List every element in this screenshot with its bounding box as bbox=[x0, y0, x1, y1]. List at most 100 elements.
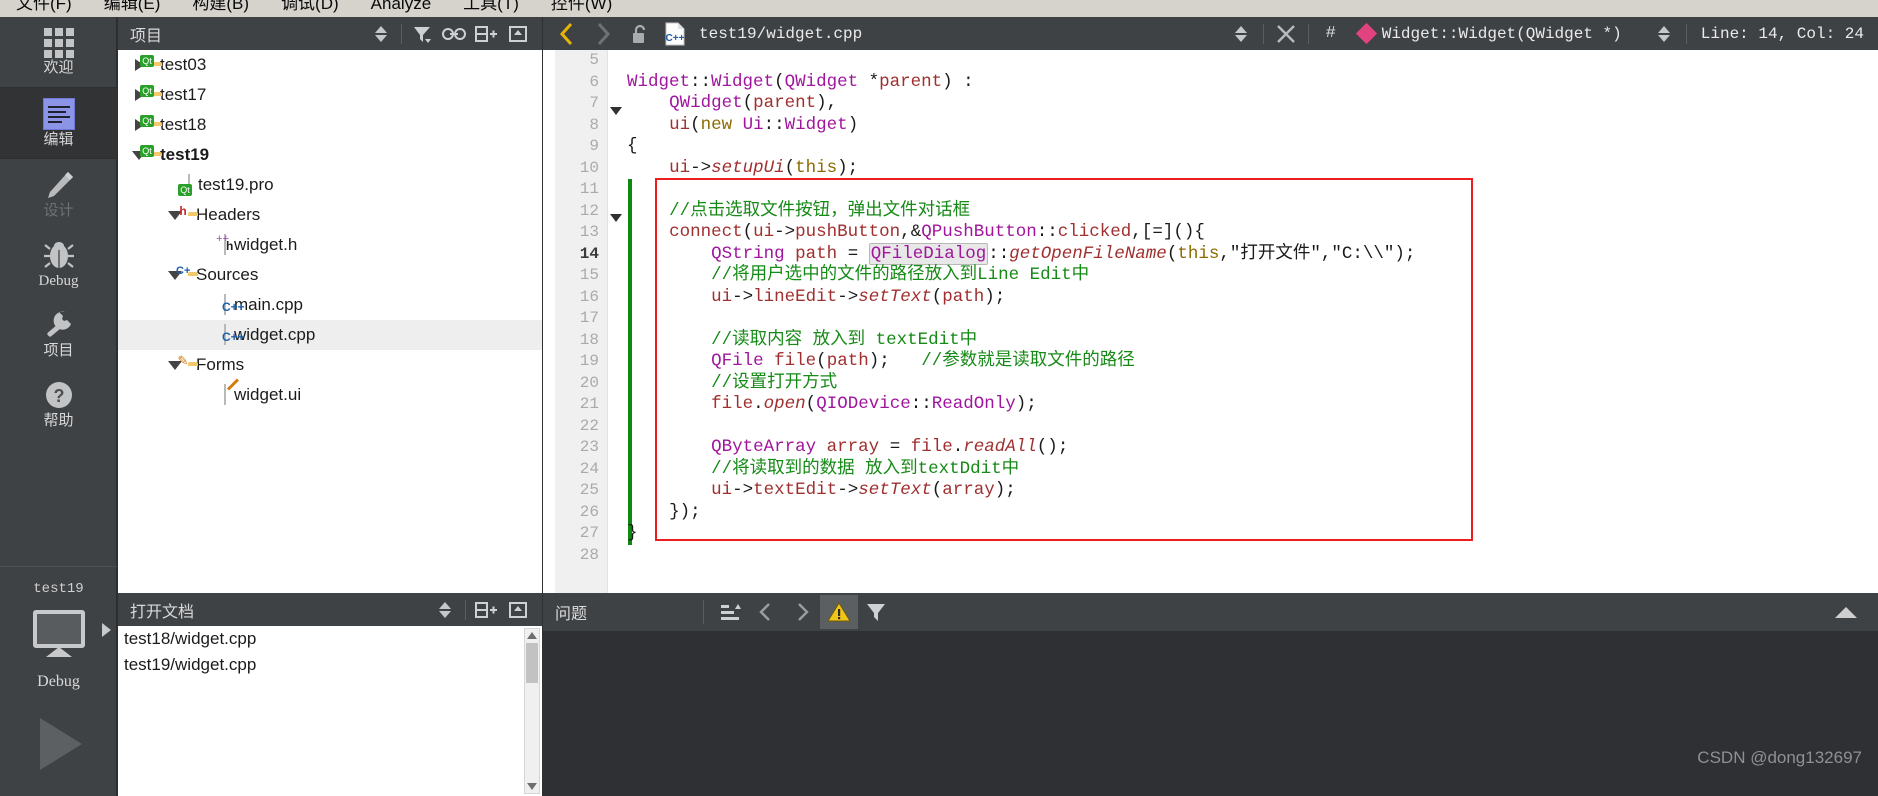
next-issue-icon[interactable] bbox=[784, 597, 820, 627]
code-line-13[interactable]: 13 connect(ui->pushButton,&QPushButton::… bbox=[543, 214, 1878, 244]
tree-item-widget-h[interactable]: h ++ widget.h bbox=[118, 230, 542, 260]
scroll-down-icon[interactable] bbox=[527, 783, 537, 790]
run-triangle-icon[interactable] bbox=[40, 718, 82, 770]
code-line-20[interactable]: 20 //设置打开方式 bbox=[543, 373, 1878, 395]
link-icon[interactable] bbox=[438, 19, 470, 49]
divider bbox=[465, 599, 466, 620]
filter-icon[interactable] bbox=[858, 597, 894, 627]
qt-pro-file-icon: Qt bbox=[178, 174, 192, 196]
code-line-25[interactable]: 25 ui->textEdit->setText(array); bbox=[543, 480, 1878, 502]
split-add-icon[interactable] bbox=[470, 19, 502, 49]
code-line-15[interactable]: 15 //将用户选中的文件的路径放入到Line Edit中 bbox=[543, 265, 1878, 287]
tree-item-test18[interactable]: Qt test18 bbox=[118, 110, 542, 140]
list-item[interactable]: test18/widget.cpp bbox=[118, 626, 542, 652]
issues-panel-title: 问题 bbox=[555, 606, 588, 623]
code-line-12[interactable]: 12 //点击选取文件按钮，弹出文件对话框 bbox=[543, 201, 1878, 223]
project-tree[interactable]: Qt test03 Qt test17 Qt test18 Qt test19 Qt test19… bbox=[118, 50, 542, 593]
code-line-11[interactable]: 11 bbox=[543, 179, 1878, 201]
split-add-icon[interactable] bbox=[470, 595, 502, 625]
tree-item-test19[interactable]: Qt test19 bbox=[118, 140, 542, 170]
mode-item-projects[interactable]: 项目 bbox=[0, 299, 117, 369]
code-line-19[interactable]: 19 QFile file(path); //参数就是读取文件的路径 bbox=[543, 351, 1878, 373]
scroll-up-icon[interactable] bbox=[527, 632, 537, 639]
mode-item-edit[interactable]: 编辑 bbox=[0, 88, 117, 158]
mode-item-design[interactable]: 设计 bbox=[0, 159, 117, 229]
menu-analyze[interactable]: Analyze bbox=[355, 0, 447, 17]
menu-widget[interactable]: 控件(W) bbox=[535, 0, 628, 17]
open-documents-list[interactable]: test18/widget.cpp test19/widget.cpp bbox=[118, 626, 542, 796]
tree-item-main-cpp[interactable]: C++ main.cpp bbox=[118, 290, 542, 320]
close-x-icon[interactable] bbox=[1268, 19, 1304, 49]
tree-item-widget-ui[interactable]: widget.ui bbox=[118, 378, 542, 410]
tree-item-sources[interactable]: C+ Sources bbox=[118, 260, 542, 290]
code-line-9[interactable]: 9{ bbox=[543, 136, 1878, 158]
menu-edit[interactable]: 编辑(E) bbox=[88, 0, 177, 17]
menu-build[interactable]: 构建(B) bbox=[176, 0, 265, 17]
prev-issue-icon[interactable] bbox=[748, 597, 784, 627]
code-line-5[interactable]: 5 bbox=[543, 50, 1878, 72]
code-line-6[interactable]: 6 Widget::Widget(QWidget *parent) : bbox=[543, 72, 1878, 94]
bug-icon bbox=[43, 242, 74, 268]
code-line-16[interactable]: 16 ui->lineEdit->setText(path); bbox=[543, 287, 1878, 309]
code-line-26[interactable]: 26 }); bbox=[543, 502, 1878, 524]
scrollbar-thumb[interactable] bbox=[526, 643, 538, 683]
tree-item-test17[interactable]: Qt test17 bbox=[118, 80, 542, 110]
menu-tools[interactable]: 工具(T) bbox=[447, 0, 535, 17]
line-col-indicator[interactable]: Line: 14, Col: 24 bbox=[1701, 25, 1864, 43]
menu-file[interactable]: 文件(F) bbox=[0, 0, 88, 17]
unlocked-icon[interactable] bbox=[621, 19, 657, 49]
tree-item-forms[interactable]: ✎ Forms bbox=[118, 350, 542, 380]
filter-icon[interactable] bbox=[406, 19, 438, 49]
close-split-icon[interactable] bbox=[502, 595, 534, 625]
code-line-22[interactable]: 22 bbox=[543, 416, 1878, 438]
updown-selector-icon[interactable] bbox=[429, 595, 461, 625]
nav-back-icon[interactable] bbox=[549, 19, 585, 49]
mode-item-debug[interactable]: Debug bbox=[0, 229, 117, 299]
nav-forward-icon[interactable] bbox=[585, 19, 621, 49]
tree-item-label: widget.cpp bbox=[234, 325, 316, 344]
expand-chevron-icon[interactable] bbox=[1828, 597, 1864, 627]
code-line-18[interactable]: 18 //读取内容 放入到 textEdit中 bbox=[543, 330, 1878, 352]
tree-item-test03[interactable]: Qt test03 bbox=[118, 50, 542, 80]
warning-icon[interactable] bbox=[820, 595, 858, 629]
hash-icon[interactable]: # bbox=[1313, 19, 1349, 49]
list-item[interactable]: test19/widget.cpp bbox=[118, 652, 542, 678]
chevron-right-icon[interactable] bbox=[102, 623, 111, 637]
open-documents-scrollbar[interactable] bbox=[524, 628, 540, 794]
tree-item-headers[interactable]: h Headers bbox=[118, 200, 542, 230]
tree-item-widget-cpp[interactable]: C++ widget.cpp bbox=[118, 320, 542, 350]
code-line-10[interactable]: 10 ui->setupUi(this); bbox=[543, 158, 1878, 180]
code-line-14[interactable]: 14 QString path = QFileDialog::getOpenFi… bbox=[543, 242, 1878, 266]
fold-marker-icon[interactable] bbox=[609, 214, 623, 244]
code-line-8[interactable]: 8 ui(new Ui::Widget) bbox=[543, 106, 1878, 137]
mode-item-welcome[interactable]: 欢迎 bbox=[0, 17, 117, 87]
code-editor[interactable]: 5 6 Widget::Widget(QWidget *parent) :7 QWi… bbox=[543, 50, 1878, 593]
line-number: 11 bbox=[579, 180, 599, 198]
menu-debug[interactable]: 调试(D) bbox=[265, 0, 355, 17]
editor-symbol[interactable]: Widget::Widget(QWidget *) bbox=[1382, 25, 1622, 43]
mode-item-help[interactable]: ? 帮助 bbox=[0, 369, 117, 439]
kit-selector[interactable]: test19 Debug bbox=[0, 566, 117, 796]
tree-item-label: test18 bbox=[160, 115, 207, 134]
editor-filename[interactable]: test19/widget.cpp bbox=[699, 25, 862, 43]
code-text: QWidget(parent), bbox=[669, 93, 838, 113]
code-line-28[interactable]: 28 bbox=[543, 545, 1878, 567]
code-line-24[interactable]: 24 //将读取到的数据 放入到textDdit中 bbox=[543, 459, 1878, 481]
tree-item-test19-pro[interactable]: Qt test19.pro bbox=[118, 170, 542, 200]
code-line-7[interactable]: 7 QWidget(parent), bbox=[543, 93, 1878, 115]
close-split-icon[interactable] bbox=[502, 19, 534, 49]
monitor-icon bbox=[32, 610, 85, 648]
cpp-file-icon: C++ bbox=[222, 324, 245, 345]
divider bbox=[1685, 23, 1687, 44]
sort-icon[interactable] bbox=[712, 597, 748, 627]
fold-marker-icon[interactable] bbox=[609, 106, 623, 137]
code-line-21[interactable]: 21 file.open(QIODevice::ReadOnly); bbox=[543, 394, 1878, 416]
code-line-17[interactable]: 17 bbox=[543, 308, 1878, 330]
code-line-23[interactable]: 23 QByteArray array = file.readAll(); bbox=[543, 437, 1878, 459]
symbol-selector-icon[interactable] bbox=[1646, 19, 1682, 49]
updown-selector-icon[interactable] bbox=[365, 19, 397, 49]
ui-file-icon bbox=[224, 378, 239, 405]
line-number: 8 bbox=[589, 115, 599, 134]
code-line-27[interactable]: 27} bbox=[543, 523, 1878, 545]
file-selector-icon[interactable] bbox=[1223, 19, 1259, 49]
